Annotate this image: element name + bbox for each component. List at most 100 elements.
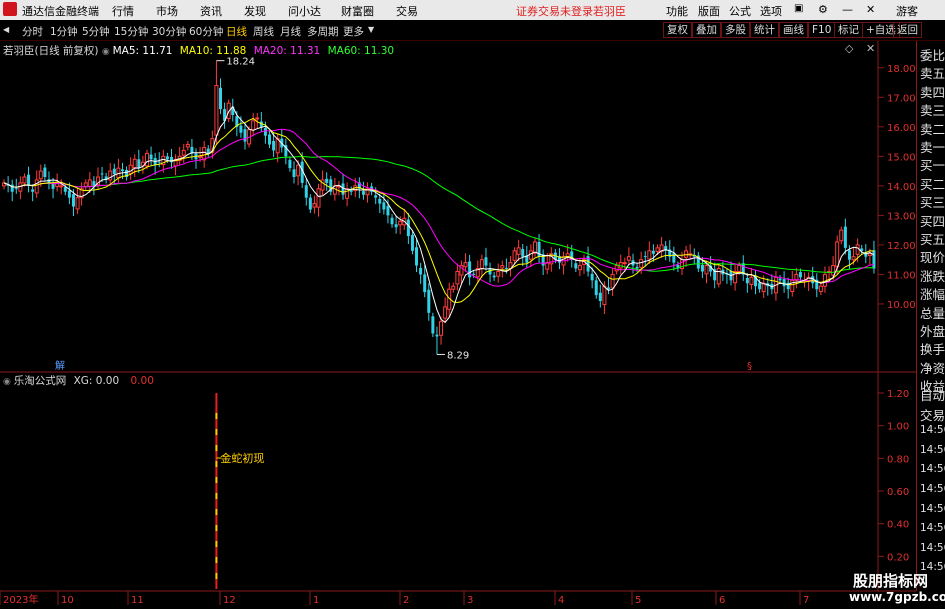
menu-shichang[interactable]: 市场 [156,3,178,19]
sidebar-item[interactable]: 卖二 [920,119,945,138]
candle-body[interactable] [512,250,517,261]
candle-body[interactable] [198,155,203,158]
candle-body[interactable] [71,194,75,207]
menu-hangqing[interactable]: 行情 [112,3,134,19]
candle-body[interactable] [120,169,124,172]
menu-gongshi[interactable]: 公式 [729,3,751,19]
candle-body[interactable] [214,84,219,136]
candle-body[interactable] [268,134,272,145]
candle-body[interactable] [137,159,141,169]
candle-body[interactable] [647,250,652,260]
candle-body[interactable] [843,226,847,248]
fuquan-button[interactable]: 复权 [663,22,692,38]
candle-body[interactable] [455,270,460,285]
candle-body[interactable] [165,156,169,160]
candle-body[interactable] [831,265,836,276]
candle-body[interactable] [243,129,247,142]
sidebar-item[interactable]: 总量 [920,303,945,322]
candle-body[interactable] [745,277,749,284]
sidebar-item[interactable]: 涨幅 [920,284,945,303]
collapse-icon[interactable]: ◀ [3,25,9,34]
candle-body[interactable] [410,234,414,251]
candle-body[interactable] [341,183,345,195]
candle-body[interactable] [504,267,508,269]
candle-body[interactable] [296,164,301,177]
candle-body[interactable] [181,149,186,156]
period-monthly[interactable]: 月线 [280,24,301,39]
menu-faxian[interactable]: 发现 [244,3,266,19]
candle-body[interactable] [758,282,762,290]
candle-body[interactable] [108,170,113,181]
candle-body[interactable] [43,167,47,177]
candle-body[interactable] [684,250,689,258]
candle-body[interactable] [577,265,582,271]
candle-body[interactable] [149,154,153,160]
candle-body[interactable] [239,125,243,133]
f10-button[interactable]: F10 [808,22,836,38]
sidebar-item[interactable]: 外盘 [920,321,945,340]
sidebar-item[interactable]: 委比 [920,45,945,64]
candle-body[interactable] [263,127,267,136]
sidebar-item[interactable]: 换手 [920,339,945,358]
candle-body[interactable] [749,276,754,285]
candle-body[interactable] [386,205,390,216]
candle-body[interactable] [614,265,619,272]
candle-body[interactable] [521,249,525,257]
sidebar-item[interactable]: 现价 [920,247,945,266]
menu-gongneng[interactable]: 功能 [666,3,688,19]
candle-body[interactable] [484,257,488,266]
duogu-button[interactable]: 多股 [721,22,750,38]
candle-body[interactable] [427,289,431,313]
candle-body[interactable] [496,270,501,277]
candle-body[interactable] [443,306,448,319]
candle-body[interactable] [27,174,31,186]
candle-body[interactable] [406,219,410,237]
menu-wenxiaoda[interactable]: 问小达 [288,3,321,19]
sidebar-item[interactable]: 涨跌 [920,266,945,285]
candle-body[interactable] [872,250,876,269]
candle-body[interactable] [423,274,427,293]
candle-body[interactable] [655,247,660,252]
sidebar-item[interactable]: 14:56 [920,424,945,436]
candle-body[interactable] [439,321,444,336]
candle-body[interactable] [390,217,394,225]
candle-body[interactable] [598,292,602,301]
period-weekly[interactable]: 周线 [253,24,274,39]
candle-body[interactable] [468,261,472,278]
sidebar-item[interactable]: 14:56 [920,444,945,456]
candle-body[interactable] [626,256,631,261]
event-marker[interactable]: § [747,361,752,372]
candle-body[interactable] [672,253,676,263]
period-5min[interactable]: 5分钟 [82,24,110,39]
candle-body[interactable] [272,140,276,151]
gear-icon[interactable]: ⚙ [818,3,828,16]
tongji-button[interactable]: 统计 [750,22,779,38]
candle-body[interactable] [398,220,403,226]
candle-body[interactable] [292,169,296,177]
sidebar-item[interactable]: 14:56 [920,503,945,515]
sidebar-item[interactable]: 14:56 [920,522,945,534]
huaxian-button[interactable]: 画线 [779,22,808,38]
candle-body[interactable] [704,265,709,275]
candle-body[interactable] [92,181,96,186]
candle-body[interactable] [38,170,43,180]
candle-body[interactable] [839,229,844,242]
candle-body[interactable] [22,176,27,184]
diejia-button[interactable]: 叠加 [692,22,721,38]
candle-body[interactable] [67,190,71,198]
candle-body[interactable] [316,188,321,208]
candle-body[interactable] [361,191,365,195]
candle-body[interactable] [431,316,435,334]
sidebar-item[interactable]: 净资 [920,358,945,377]
period-15min[interactable]: 15分钟 [114,24,148,39]
sidebar-item[interactable]: 交易 [920,405,945,424]
candle-body[interactable] [867,253,872,257]
period-30min[interactable]: 30分钟 [152,24,186,39]
candle-body[interactable] [374,195,378,198]
candle-body[interactable] [59,185,64,188]
candle-body[interactable] [304,185,308,198]
candle-body[interactable] [790,279,795,293]
sidebar-item[interactable]: 卖五 [920,63,945,82]
period-60min[interactable]: 60分钟 [189,24,223,39]
candle-body[interactable] [83,182,88,187]
